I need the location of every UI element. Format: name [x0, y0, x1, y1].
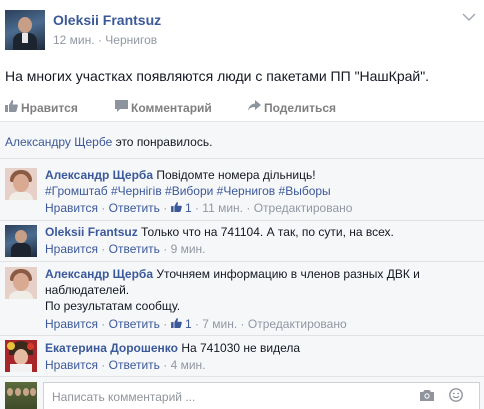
comment-text: Только что на 741104. А так, по сути, на…	[141, 225, 394, 239]
comment-placeholder: Написать комментарий ...	[52, 390, 196, 404]
post-text: На многих участках появляются люди с пак…	[5, 68, 430, 84]
author-avatar[interactable]	[5, 10, 45, 50]
comment-author[interactable]: Oleksii Frantsuz	[45, 225, 138, 239]
comment-edited[interactable]: Отредактировано	[248, 317, 347, 331]
comment-item: Александр Щерба Повідомте номера дільниц…	[0, 166, 484, 220]
comment-author[interactable]: Александр Щерба	[45, 168, 153, 182]
comment-author[interactable]: Александр Щерба	[45, 267, 153, 281]
comment-text-line3: По результатам сообщу.	[45, 299, 181, 313]
comments-section: Александру Щербе это понравилось. Алекса…	[0, 122, 484, 409]
comment-time[interactable]: 11 мин.	[202, 201, 243, 215]
thumbs-up-icon	[5, 100, 21, 115]
author-name[interactable]: Oleksii Frantsuz	[53, 12, 161, 28]
divider	[0, 376, 484, 377]
post-location[interactable]: Чернигов	[105, 33, 157, 47]
divider	[0, 335, 484, 336]
comment-time[interactable]: 4 мин.	[171, 358, 206, 372]
comment-body: Екатерина Дорошенко На 741030 не видела	[45, 340, 475, 356]
comment-meta: Нравится · Ответить · 1 · 11 мин. · Отре…	[45, 201, 353, 215]
comment-like-link[interactable]: Нравится	[45, 201, 98, 215]
comment-like-link[interactable]: Нравится	[45, 317, 98, 331]
comment-author[interactable]: Екатерина Дорошенко	[45, 341, 178, 355]
post-meta: 12 мин. · Чернигов	[53, 33, 157, 47]
comment-body: Oleksii Frantsuz Только что на 741104. А…	[45, 224, 475, 240]
likes-summary: Александру Щербе это понравилось.	[5, 135, 212, 149]
liker-name[interactable]: Александру Щербе	[5, 135, 112, 149]
comment-meta: Нравится · Ответить · 4 мин.	[45, 358, 206, 372]
current-user-avatar	[5, 382, 37, 409]
comment-body: Александр Щерба Повідомте номера дільниц…	[45, 167, 475, 199]
commenter-avatar[interactable]	[5, 340, 37, 372]
comment-like-count[interactable]: 1	[185, 317, 192, 331]
share-button[interactable]: Поделиться	[248, 100, 336, 115]
comment-label: Комментарий	[131, 101, 212, 115]
comment-item: Екатерина Дорошенко На 741030 не видела …	[0, 340, 484, 376]
facebook-post: Oleksii Frantsuz 12 мин. · Чернигов На м…	[0, 0, 484, 409]
commenter-avatar[interactable]	[5, 168, 37, 200]
comment-text: На 741030 не видела	[181, 341, 301, 355]
comment-hashtags[interactable]: #Громштаб #Чернігів #Вибори #Чернигов #В…	[45, 184, 331, 198]
camera-icon[interactable]	[420, 389, 434, 401]
comment-text: Повідомте номера дільниць!	[156, 168, 316, 182]
commenter-avatar[interactable]	[5, 225, 37, 257]
post-time[interactable]: 12 мин.	[53, 33, 95, 47]
comment-like-count[interactable]: 1	[185, 201, 192, 215]
chevron-down-icon[interactable]	[462, 12, 476, 22]
comment-text-line2: наблюдателей.	[45, 283, 130, 297]
divider	[0, 261, 484, 262]
comment-time[interactable]: 7 мин.	[202, 317, 237, 331]
like-label: Нравится	[21, 101, 78, 115]
comment-button[interactable]: Комментарий	[115, 100, 212, 115]
like-button[interactable]: Нравится	[5, 100, 78, 115]
write-comment: Написать комментарий ...	[0, 378, 484, 409]
smiley-icon[interactable]	[449, 388, 463, 402]
comment-reply-link[interactable]: Ответить	[109, 317, 160, 331]
comment-meta: Нравится · Ответить · 1 · 7 мин. · Отред…	[45, 317, 347, 331]
comment-item: Александр Щерба Уточняем информацию в чл…	[0, 266, 484, 336]
comment-item: Oleksii Frantsuz Только что на 741104. А…	[0, 224, 484, 262]
divider	[0, 220, 484, 221]
comment-body: Александр Щерба Уточняем информацию в чл…	[45, 266, 475, 314]
comment-input[interactable]: Написать комментарий ...	[43, 382, 480, 409]
commenter-avatar[interactable]	[5, 267, 37, 299]
comment-edited[interactable]: Отредактировано	[254, 201, 353, 215]
post-header: Oleksii Frantsuz 12 мин. · Чернигов	[0, 0, 484, 60]
comment-reply-link[interactable]: Ответить	[109, 242, 160, 256]
likes-text: это понравилось.	[112, 135, 213, 149]
share-label: Поделиться	[264, 101, 337, 115]
post-actions: Нравится Комментарий Поделиться	[0, 96, 484, 122]
comment-like-link[interactable]: Нравится	[45, 358, 98, 372]
comment-meta: Нравится · Ответить · 9 мин.	[45, 242, 206, 256]
thumbs-up-icon	[170, 318, 182, 331]
comment-like-link[interactable]: Нравится	[45, 242, 98, 256]
meta-separator: ·	[97, 33, 102, 47]
comment-text: Уточняем информацию в членов разных ДВК …	[156, 267, 420, 281]
divider	[0, 158, 484, 159]
comment-reply-link[interactable]: Ответить	[109, 358, 160, 372]
thumbs-up-icon	[170, 202, 182, 215]
speech-bubble-icon	[115, 100, 131, 115]
share-arrow-icon	[248, 100, 264, 115]
comment-reply-link[interactable]: Ответить	[109, 201, 160, 215]
comment-time[interactable]: 9 мин.	[171, 242, 206, 256]
